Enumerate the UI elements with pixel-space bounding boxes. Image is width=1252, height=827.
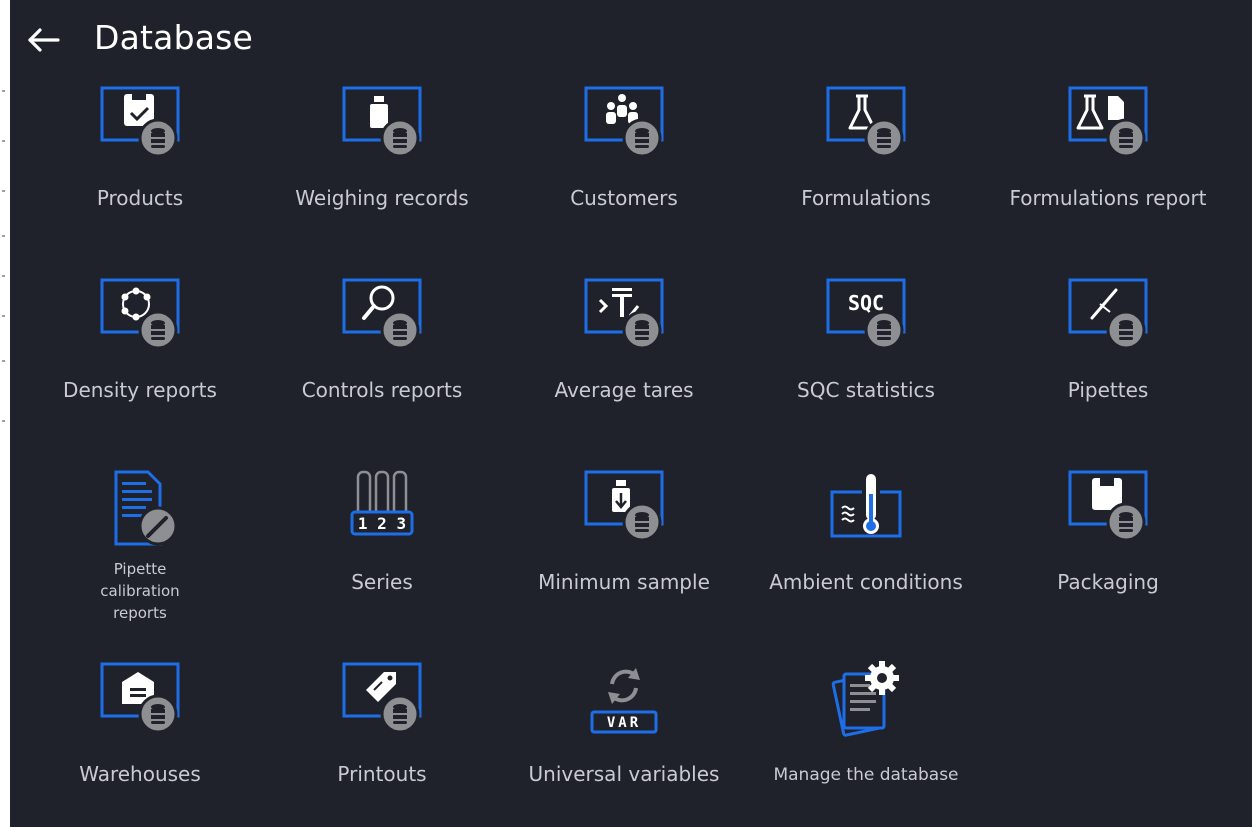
tile-average-tares[interactable]: Average tares — [504, 262, 744, 442]
tile-minimum-sample[interactable]: Minimum sample — [504, 454, 744, 634]
tile-density-reports[interactable]: Density reports — [20, 262, 260, 442]
database-grid: Products Weighing records Customers Form… — [10, 70, 1252, 810]
controls-reports-db-icon — [336, 276, 428, 356]
tile-universal-variables[interactable]: VAR Universal variables — [504, 646, 744, 826]
pipettes-db-icon — [1062, 276, 1154, 356]
tile-weighing-records[interactable]: Weighing records — [262, 70, 502, 250]
warehouses-db-icon — [94, 660, 186, 740]
tile-controls-reports[interactable]: Controls reports — [262, 262, 502, 442]
series-icon: 1 2 3 — [336, 468, 428, 548]
tile-series[interactable]: 1 2 3 Series — [262, 454, 502, 634]
tile-label: Universal variables — [528, 762, 720, 786]
tile-label: Customers — [570, 186, 678, 210]
tile-label: Formulations — [801, 186, 931, 210]
tile-label: Manage the database — [773, 765, 959, 785]
tile-pipette-calibration-reports[interactable]: Pipette calibration reports — [20, 454, 260, 634]
database-screen: Database Products Weighing records Custo… — [10, 0, 1252, 827]
left-edge-strip — [0, 0, 10, 827]
tile-packaging[interactable]: Packaging — [988, 454, 1228, 634]
tile-label: Printouts — [337, 762, 427, 786]
tile-label: Warehouses — [79, 762, 201, 786]
tile-label: Density reports — [63, 378, 217, 402]
tile-label: Formulations report — [1009, 186, 1207, 210]
tile-warehouses[interactable]: Warehouses — [20, 646, 260, 826]
tile-printouts[interactable]: Printouts — [262, 646, 502, 826]
formulations-db-icon — [820, 84, 912, 164]
sqc-statistics-db-icon: SQC — [820, 276, 912, 356]
tile-sqc-statistics[interactable]: SQC SQC statistics — [746, 262, 986, 442]
tile-ambient-conditions[interactable]: Ambient conditions — [746, 454, 986, 634]
tile-label: Products — [96, 186, 184, 210]
manage-database-icon — [820, 660, 912, 740]
tile-formulations[interactable]: Formulations — [746, 70, 986, 250]
universal-variables-icon: VAR — [578, 660, 670, 740]
average-tares-db-icon — [578, 276, 670, 356]
weighing-records-db-icon — [336, 84, 428, 164]
tile-manage-the-database[interactable]: Manage the database — [746, 646, 986, 826]
back-arrow-icon[interactable] — [26, 26, 62, 54]
tile-products[interactable]: Products — [20, 70, 260, 250]
minimum-sample-db-icon — [578, 468, 670, 548]
pipette-calibration-reports-icon — [94, 468, 186, 548]
tile-label: SQC statistics — [797, 378, 935, 402]
formulations-report-db-icon — [1062, 84, 1154, 164]
tile-label: Controls reports — [301, 378, 463, 402]
ambient-conditions-icon — [820, 468, 912, 548]
page-title: Database — [94, 18, 254, 57]
tile-label: Ambient conditions — [769, 570, 963, 594]
tile-formulations-report[interactable]: Formulations report — [988, 70, 1228, 250]
tile-label: Pipettes — [1067, 378, 1149, 402]
customers-db-icon — [578, 84, 670, 164]
tile-label: Series — [351, 570, 413, 594]
tile-label: Packaging — [1057, 570, 1159, 594]
printouts-db-icon — [336, 660, 428, 740]
header: Database — [10, 10, 1252, 70]
products-db-icon — [94, 84, 186, 164]
tile-label: Minimum sample — [538, 570, 710, 594]
tile-label: Weighing records — [295, 186, 469, 210]
tile-customers[interactable]: Customers — [504, 70, 744, 250]
var-icon-text: VAR — [607, 715, 641, 731]
density-reports-db-icon — [94, 276, 186, 356]
tile-pipettes[interactable]: Pipettes — [988, 262, 1228, 442]
tile-label: Average tares — [554, 378, 694, 402]
tile-label: Pipette calibration reports — [100, 560, 180, 622]
packaging-db-icon — [1062, 468, 1154, 548]
series-icon-text: 1 2 3 — [358, 514, 406, 533]
